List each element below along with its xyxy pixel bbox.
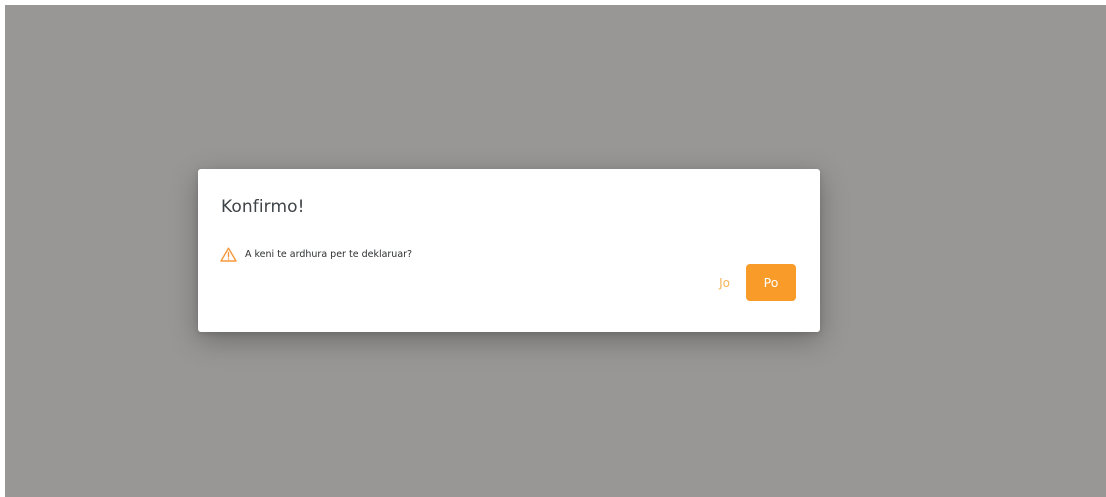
dialog-title: Konfirmo! — [221, 197, 305, 217]
yes-button[interactable]: Po — [746, 264, 796, 301]
warning-icon — [220, 247, 237, 262]
dialog-message: A keni te ardhura per te deklaruar? — [220, 247, 412, 262]
dialog-actions: Jo Po — [717, 264, 796, 301]
no-button[interactable]: Jo — [717, 272, 732, 294]
dialog-message-text: A keni te ardhura per te deklaruar? — [245, 249, 413, 260]
confirm-dialog: Konfirmo! A keni te ardhura per te dekla… — [198, 169, 820, 332]
